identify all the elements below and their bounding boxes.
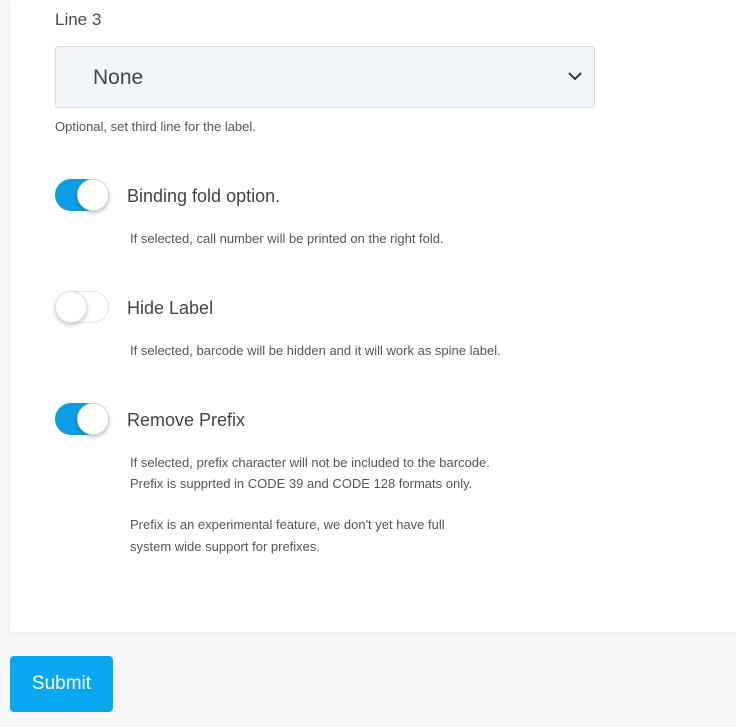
binding-fold-title: Binding fold option.	[127, 186, 281, 206]
line3-select[interactable]: None	[55, 46, 595, 108]
line3-selected-value: None	[93, 66, 144, 89]
remove-prefix-help-line-1: If selected, prefix character will not b…	[130, 455, 490, 470]
remove-prefix-help-line-3: Prefix is an experimental feature, we do…	[130, 517, 445, 532]
toggle-knob	[55, 291, 87, 323]
submit-button[interactable]: Submit	[10, 656, 113, 712]
remove-prefix-help-line-2: Prefix is supprted in CODE 39 and CODE 1…	[130, 476, 473, 491]
remove-prefix-toggle[interactable]	[55, 403, 109, 435]
binding-fold-toggle[interactable]	[55, 179, 109, 211]
line3-help-text: Optional, set third line for the label.	[55, 119, 256, 134]
line3-label: Line 3	[55, 10, 102, 29]
hide-label-toggle[interactable]	[55, 291, 109, 323]
remove-prefix-help-line-4: system wide support for prefixes.	[130, 539, 321, 554]
binding-fold-help: If selected, call number will be printed…	[130, 231, 444, 246]
toggle-knob	[77, 403, 109, 435]
toggle-knob	[77, 179, 109, 211]
hide-label-title: Hide Label	[127, 298, 214, 318]
hide-label-help: If selected, barcode will be hidden and …	[130, 343, 501, 358]
remove-prefix-title: Remove Prefix	[127, 410, 246, 430]
chevron-down-icon	[568, 72, 582, 81]
